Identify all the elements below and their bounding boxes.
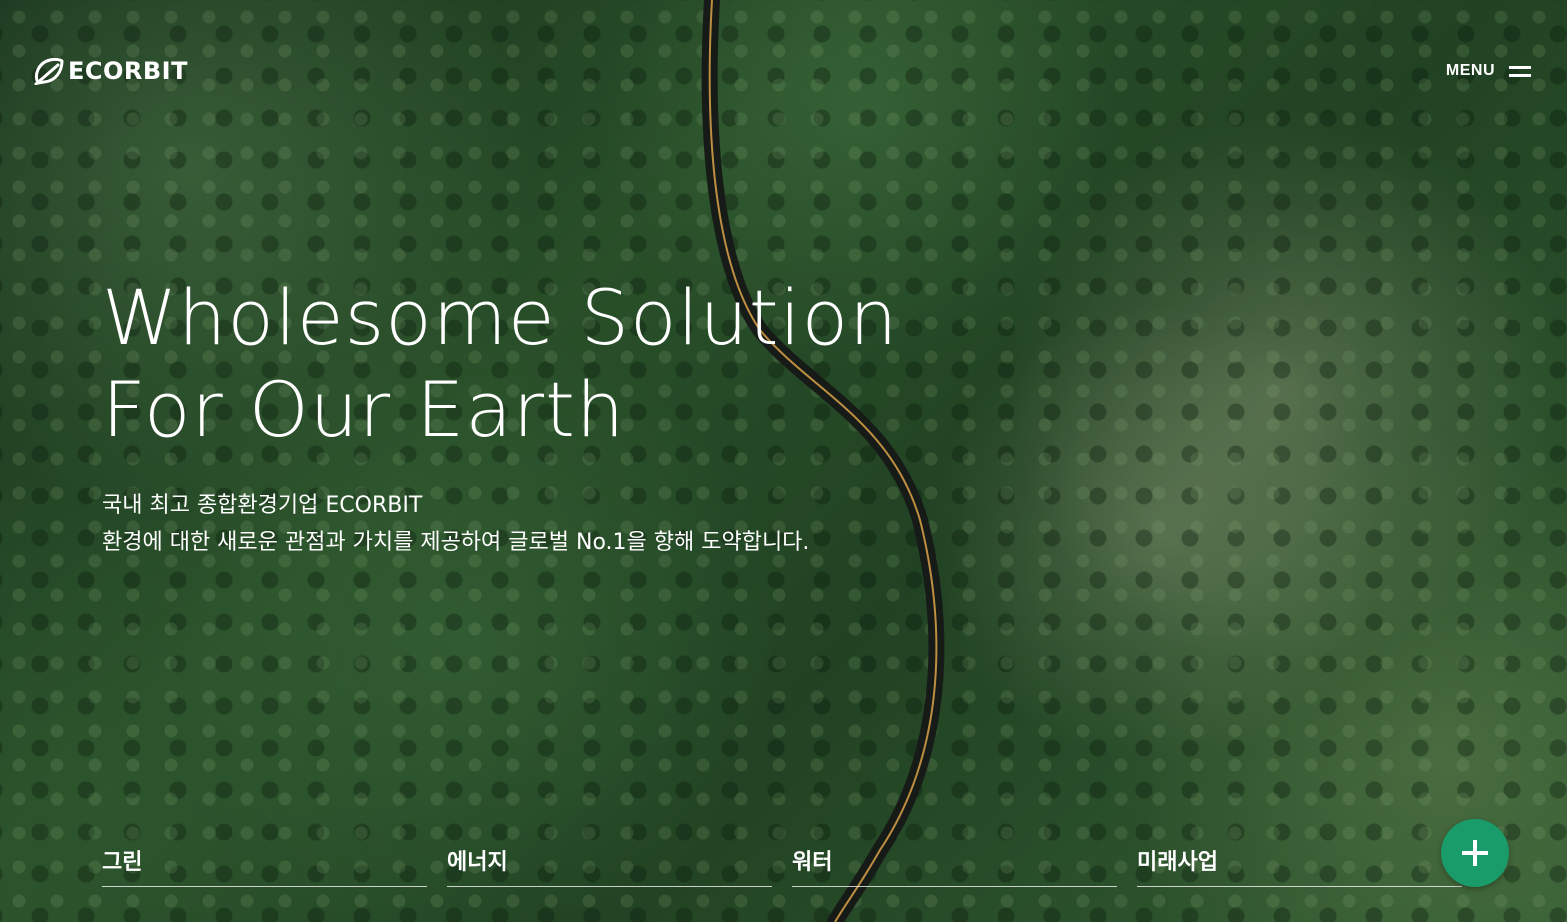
background-overlay (0, 0, 1567, 922)
menu-button[interactable]: MENU (1446, 62, 1531, 80)
category-nav: 그린 에너지 워터 미래사업 (102, 845, 1462, 887)
plus-icon (1462, 840, 1488, 866)
hero-description-line-1: 국내 최고 종합환경기업 ECORBIT (102, 493, 423, 518)
leaf-logo-icon (34, 57, 64, 85)
more-button[interactable] (1441, 819, 1509, 887)
hamburger-icon (1509, 64, 1531, 78)
category-water[interactable]: 워터 (792, 845, 1117, 887)
hero-description-line-2: 환경에 대한 새로운 관점과 가치를 제공하여 글로벌 No.1을 향해 도약합… (102, 530, 810, 555)
category-green[interactable]: 그린 (102, 845, 427, 887)
menu-label: MENU (1445, 62, 1495, 79)
category-energy[interactable]: 에너지 (447, 845, 772, 887)
site-logo[interactable]: ECORBIT (32, 57, 188, 85)
hero-title: Wholesome Solution For Our Earth (102, 272, 898, 456)
hero-title-line-1: Wholesome Solution (102, 273, 899, 362)
hero-title-line-2: For Our Earth (102, 365, 626, 454)
hero-description: 국내 최고 종합환경기업 ECORBIT 환경에 대한 새로운 관점과 가치를 … (102, 487, 809, 561)
logo-text: ECORBIT (68, 57, 188, 85)
category-future-business[interactable]: 미래사업 (1137, 845, 1462, 887)
